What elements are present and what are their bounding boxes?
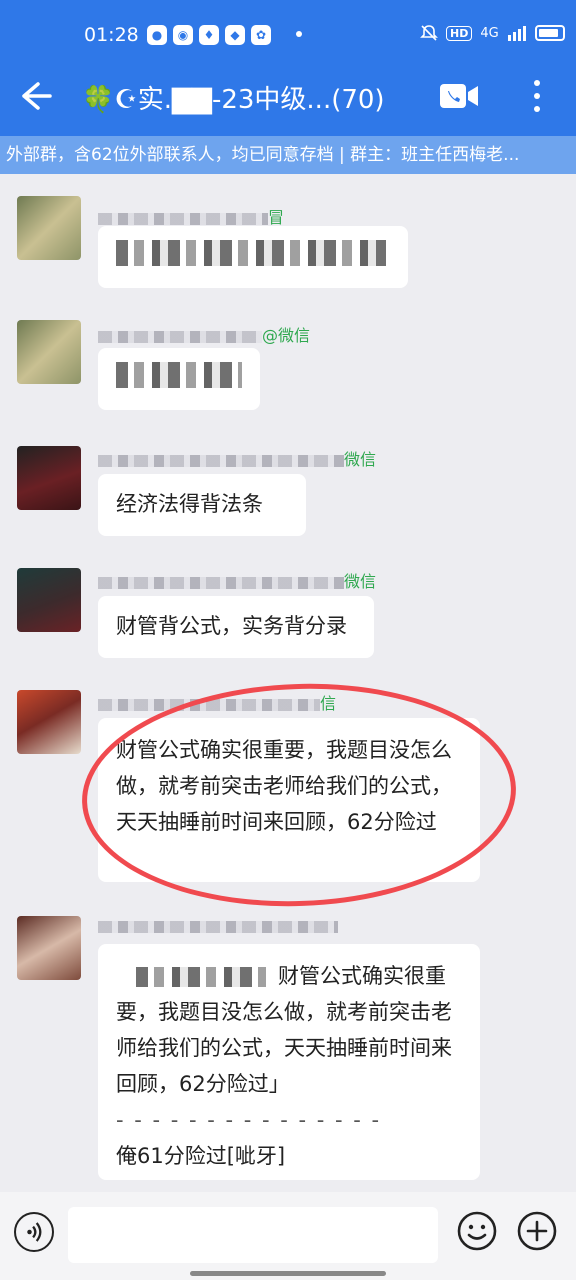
status-bar: 01:28 ● ◉ ♦ ◆ ✿ HD 4G	[0, 0, 576, 64]
message-bubble[interactable]: 经济法得背法条	[98, 474, 306, 536]
message-bubble[interactable]: 财管公式确实很重要，我题目没怎么做，就考前突击老师给我们的公式，天天抽睡前时间来…	[98, 944, 480, 1180]
more-menu-icon[interactable]	[522, 76, 552, 116]
camera-app-icon: ◉	[173, 25, 193, 45]
weibo-app-icon: ◆	[225, 25, 245, 45]
chat-title[interactable]: 🍀☪实.▇▇-23中级...(70)	[82, 79, 412, 116]
more-notifications-dot	[296, 31, 302, 37]
notification-icons: ● ◉ ♦ ◆ ✿	[147, 25, 271, 45]
video-call-icon[interactable]	[438, 80, 480, 112]
blurred-text	[136, 967, 266, 987]
quoted-text: 财管公式确实很重要，我题目没怎么做，就考前突击老师给我们的公式，天天抽睡前时间来…	[116, 964, 452, 1096]
top-bar: 01:28 ● ◉ ♦ ◆ ✿ HD 4G 🍀☪实.▇▇-23中级...(70)	[0, 0, 576, 136]
status-right: HD 4G	[420, 24, 565, 42]
message-bubble[interactable]: 财管背公式，实务背分录	[98, 596, 374, 658]
sender-name: 微信	[98, 446, 376, 469]
sender-name: @微信	[98, 322, 310, 345]
back-arrow-icon[interactable]	[16, 78, 56, 114]
message-bubble[interactable]	[98, 226, 408, 288]
title-emoji: 🍀☪	[82, 85, 138, 115]
message-input[interactable]	[68, 1207, 438, 1263]
gallery-app-icon: ✿	[251, 25, 271, 45]
avatar[interactable]	[17, 196, 81, 260]
avatar[interactable]	[17, 916, 81, 980]
signal-icon	[507, 26, 526, 41]
input-bar	[0, 1192, 576, 1280]
voice-input-icon[interactable]	[14, 1212, 54, 1252]
battery-icon	[534, 25, 565, 41]
blurred-text	[116, 240, 386, 266]
wechat-app-icon: ♦	[199, 25, 219, 45]
status-time: 01:28	[84, 24, 139, 46]
emoji-icon[interactable]	[456, 1210, 498, 1252]
sender-name: 微信	[98, 568, 376, 591]
sender-name: 冒	[98, 204, 284, 227]
avatar[interactable]	[17, 320, 81, 384]
plus-icon[interactable]	[516, 1210, 558, 1252]
message-bubble[interactable]	[98, 348, 260, 410]
sender-name	[98, 916, 338, 938]
avatar[interactable]	[17, 446, 81, 510]
message-app-icon: ●	[147, 25, 167, 45]
title-text: 实.▇▇-23中级...(70)	[137, 85, 385, 115]
hd-badge: HD	[446, 25, 473, 41]
blurred-text	[116, 362, 242, 388]
avatar[interactable]	[17, 690, 81, 754]
quote-divider: - - - - - - - - - - - - - - -	[116, 1108, 382, 1132]
home-indicator[interactable]	[190, 1271, 386, 1276]
mute-bell-icon	[420, 25, 438, 41]
reply-text: 俺61分险过[呲牙]	[116, 1144, 286, 1168]
network-label: 4G	[480, 25, 499, 41]
avatar[interactable]	[17, 568, 81, 632]
group-notice-bar[interactable]: 外部群，含62位外部联系人，均已同意存档 | 群主：班主任西梅老...	[0, 136, 576, 174]
chat-list[interactable]: 冒 @微信 微信 经济法得背法条 微信 财管背公式，实务背分录 信 财管公式确实…	[0, 174, 576, 1192]
